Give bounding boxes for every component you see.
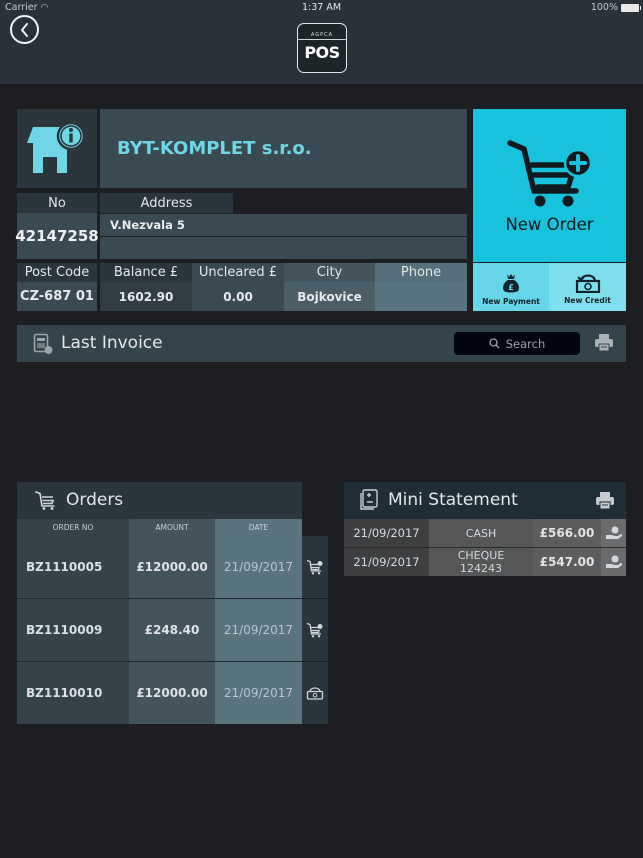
- logo-pos-text: POS: [304, 43, 340, 62]
- cart-add-icon: [506, 140, 592, 207]
- statement-amount: £547.00: [533, 548, 601, 576]
- address-line-1: V.Nezvala 5: [100, 214, 467, 236]
- customer-name-panel: BYT-KOMPLET s.r.o.: [100, 109, 467, 188]
- order-date: 21/09/2017: [215, 662, 302, 724]
- statement-action[interactable]: [601, 519, 626, 547]
- chevron-left-icon: [20, 22, 28, 37]
- mini-statement-title: Mini Statement: [388, 490, 518, 510]
- statement-amount: £566.00: [533, 519, 601, 547]
- statement-row[interactable]: 21/09/2017 CHEQUE 124243 £547.00: [344, 548, 626, 576]
- orders-title: Orders: [66, 490, 124, 510]
- statement-type: CHEQUE 124243: [429, 548, 533, 576]
- phone-label: Phone: [375, 263, 467, 282]
- new-payment-button[interactable]: £ New Payment: [473, 263, 549, 311]
- status-battery: 100%: [590, 2, 641, 13]
- new-credit-button[interactable]: New Credit: [549, 263, 626, 311]
- order-no: BZ1110010: [17, 662, 129, 724]
- customer-name: BYT-KOMPLET s.r.o.: [117, 138, 312, 159]
- statement-action[interactable]: [601, 548, 626, 576]
- print-invoice-icon[interactable]: [594, 333, 614, 352]
- statement-type-label: CASH: [465, 526, 497, 540]
- statement-type-label: CHEQUE: [457, 549, 505, 562]
- address-label: Address: [100, 193, 233, 213]
- search-placeholder: Search: [505, 336, 546, 351]
- new-order-button[interactable]: New Order: [473, 109, 626, 262]
- statement-date: 21/09/2017: [344, 548, 429, 576]
- back-button[interactable]: [10, 15, 39, 44]
- no-label: No: [17, 193, 97, 213]
- statement-date: 21/09/2017: [344, 519, 429, 547]
- order-no: BZ1110009: [17, 599, 129, 661]
- order-row[interactable]: BZ1110005 £12000.00 21/09/2017: [17, 535, 328, 598]
- new-credit-label: New Credit: [564, 296, 611, 305]
- city-value: Bojkovice: [284, 282, 375, 311]
- order-action[interactable]: [302, 536, 328, 598]
- app-logo: AGPCA POS: [297, 23, 347, 73]
- logo-brand: AGPCA: [298, 24, 346, 40]
- new-payment-label: New Payment: [482, 297, 540, 306]
- order-amount: £12000.00: [129, 662, 215, 724]
- hand-money-icon: [605, 526, 622, 539]
- last-invoice-title: Last Invoice: [61, 333, 163, 353]
- money-bag-icon: £: [503, 274, 519, 293]
- balance-label: Balance £: [100, 263, 192, 282]
- customer-no-value: 42147258: [15, 213, 99, 259]
- order-date: 21/09/2017: [215, 599, 302, 661]
- statement-row[interactable]: 21/09/2017 CASH £566.00: [344, 519, 626, 547]
- statement-type: CASH: [429, 519, 533, 547]
- statement-icon: [360, 489, 378, 510]
- uncleared-label: Uncleared £: [192, 263, 284, 282]
- search-input[interactable]: Search: [454, 332, 580, 355]
- credit-icon: [306, 687, 324, 700]
- orders-header: [17, 482, 302, 519]
- order-amount: £12000.00: [129, 535, 215, 598]
- cart-icon: [306, 559, 323, 575]
- customer-icon-tile: [17, 109, 97, 188]
- balance-value: 1602.90: [100, 282, 192, 311]
- city-label: City: [284, 263, 375, 282]
- order-action[interactable]: [302, 662, 328, 724]
- order-no: BZ1110005: [17, 535, 129, 598]
- order-amount: £248.40: [129, 599, 215, 661]
- phone-value: [375, 282, 467, 311]
- order-row[interactable]: BZ1110010 £12000.00 21/09/2017: [17, 661, 328, 724]
- invoice-icon: [33, 333, 53, 354]
- statement-type-ref: 124243: [460, 562, 502, 575]
- svg-text:£: £: [508, 283, 514, 292]
- col-order-no: ORDER NO: [17, 519, 129, 535]
- order-date: 21/09/2017: [215, 535, 302, 598]
- uncleared-value: 0.00: [192, 282, 284, 311]
- col-amount: AMOUNT: [129, 519, 215, 535]
- store-info-icon: [27, 121, 86, 173]
- postcode-value: CZ-687 01: [17, 282, 97, 311]
- cart-icon: [306, 622, 323, 638]
- battery-percent: 100%: [590, 2, 618, 13]
- status-time: 1:37 AM: [301, 2, 342, 13]
- address-line-2: [100, 237, 467, 259]
- new-order-label: New Order: [505, 215, 594, 234]
- orders-cart-icon: [35, 491, 55, 510]
- col-date: DATE: [215, 519, 302, 535]
- hand-money-icon: [605, 555, 622, 568]
- print-statement-icon[interactable]: [595, 491, 615, 510]
- credit-cash-icon: [575, 274, 600, 293]
- row-divider: [344, 547, 626, 548]
- battery-icon: [621, 3, 641, 12]
- order-row[interactable]: BZ1110009 £248.40 21/09/2017: [17, 598, 328, 661]
- order-action[interactable]: [302, 599, 328, 661]
- search-icon: [489, 338, 500, 349]
- postcode-label: Post Code: [17, 263, 97, 282]
